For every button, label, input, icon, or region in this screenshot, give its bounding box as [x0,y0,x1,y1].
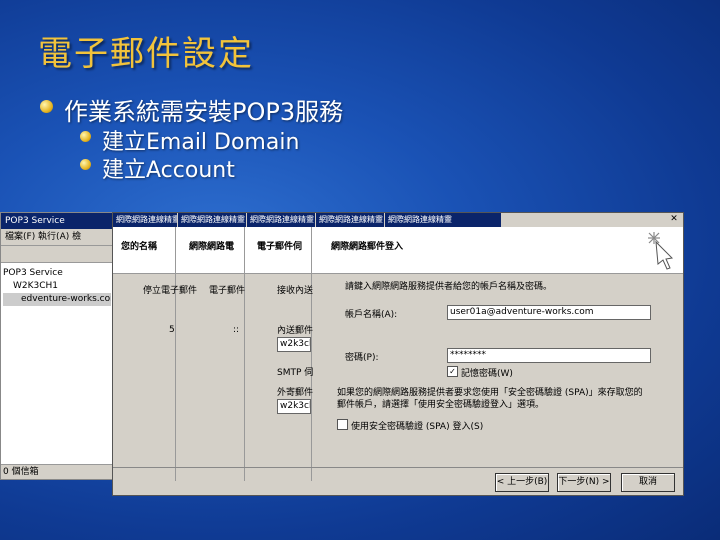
bullet-icon [80,131,91,142]
tree-item-pop3[interactable]: POP3 Service [3,267,111,280]
internet-connection-wizard: 網際網路連線精靈 網際網路連線精靈 網際網路連線精靈 網際網路連線精靈 網際網路… [112,212,684,496]
note-line2: 郵件帳戶，請選擇「使用安全密碼驗證登入」選項。 [337,400,545,410]
console-tree: POP3 Service W2K3CH1 edventure-works.com [1,263,113,310]
account-label: 帳戶名稱(A): [345,310,398,320]
console-menubar[interactable]: 檔案(F) 執行(A) 檢 [1,229,113,246]
console-toolbar [1,246,113,263]
col-text: SMTP 伺 [277,368,314,378]
wizard-tab[interactable]: 網際網路連線精靈 [247,213,315,227]
header-name: 您的名稱 [121,242,158,252]
wizard-tab[interactable]: 網際網路連線精靈 [385,213,501,227]
account-name-input[interactable]: user01a@adventure-works.com [447,305,651,320]
wizard-tab[interactable]: 網際網路連線精靈 [178,213,246,227]
header-phone: 網際網路電 [189,242,235,252]
col-label: :: [233,325,240,335]
spa-checkbox[interactable] [337,419,348,430]
bullet-pop3: 作業系統需安裝POP3服務 [40,92,343,127]
console-status: 0 個信箱 [1,464,115,479]
column-divider [244,227,245,481]
password-label: 密碼(P): [345,353,379,363]
col-text: 電子郵件 [209,286,246,296]
incoming-server-field[interactable]: w2k3ch1 [277,337,311,352]
bullet-account-text: 建立Account [102,158,235,183]
console-titlebar[interactable]: POP3 Service [1,213,113,229]
wizard-tab[interactable]: 網際網路連線精靈 [316,213,384,227]
pop3-console-window: POP3 Service 檔案(F) 執行(A) 檢 POP3 Service … [0,212,115,480]
bullet-icon [80,159,91,170]
col-text: 停立電子郵件 [143,286,198,296]
wizard-tab[interactable]: 網際網路連線精靈 [113,213,177,227]
cancel-button[interactable]: 取消 [621,473,675,492]
bullet-pop3-text: 作業系統需安裝POP3服務 [64,98,344,126]
header-mail-logon: 網際網路郵件登入 [331,242,404,252]
column-divider [175,227,176,481]
column-divider [311,227,312,481]
outgoing-server-field[interactable]: w2k3ch1 [277,399,311,414]
spa-label: 使用安全密碼驗證 (SPA) 登入(S) [351,422,484,432]
tree-item-domain[interactable]: edventure-works.com [3,293,111,306]
wizard-wand-icon [648,232,674,270]
col-text: 內送郵件 [277,326,314,336]
tree-item-server[interactable]: W2K3CH1 [3,280,111,293]
col-label: 5 [169,325,175,335]
intro-text: 請鍵入網際網路服務提供者給您的帳戶名稱及密碼。 [345,282,553,292]
col-text: 外寄郵件 [277,388,314,398]
header-mail-server: 電子郵件伺 [257,242,303,252]
button-separator [113,467,683,468]
password-input[interactable]: ******** [447,348,651,363]
bullet-account: 建立Account [80,152,235,184]
back-button[interactable]: < 上一步(B) [495,473,549,492]
close-icon[interactable]: ✕ [668,214,680,225]
wizard-title-tabs: 網際網路連線精靈 網際網路連線精靈 網際網路連線精靈 網際網路連線精靈 網際網路… [113,213,683,227]
remember-label: 記憶密碼(W) [461,369,513,379]
bullet-icon [40,100,53,113]
slide-title: 電子郵件設定 [38,34,254,74]
col-text: 接收內送 [277,286,314,296]
remember-checkbox[interactable]: ✓ [447,366,458,377]
next-button[interactable]: 下一步(N) > [557,473,611,492]
